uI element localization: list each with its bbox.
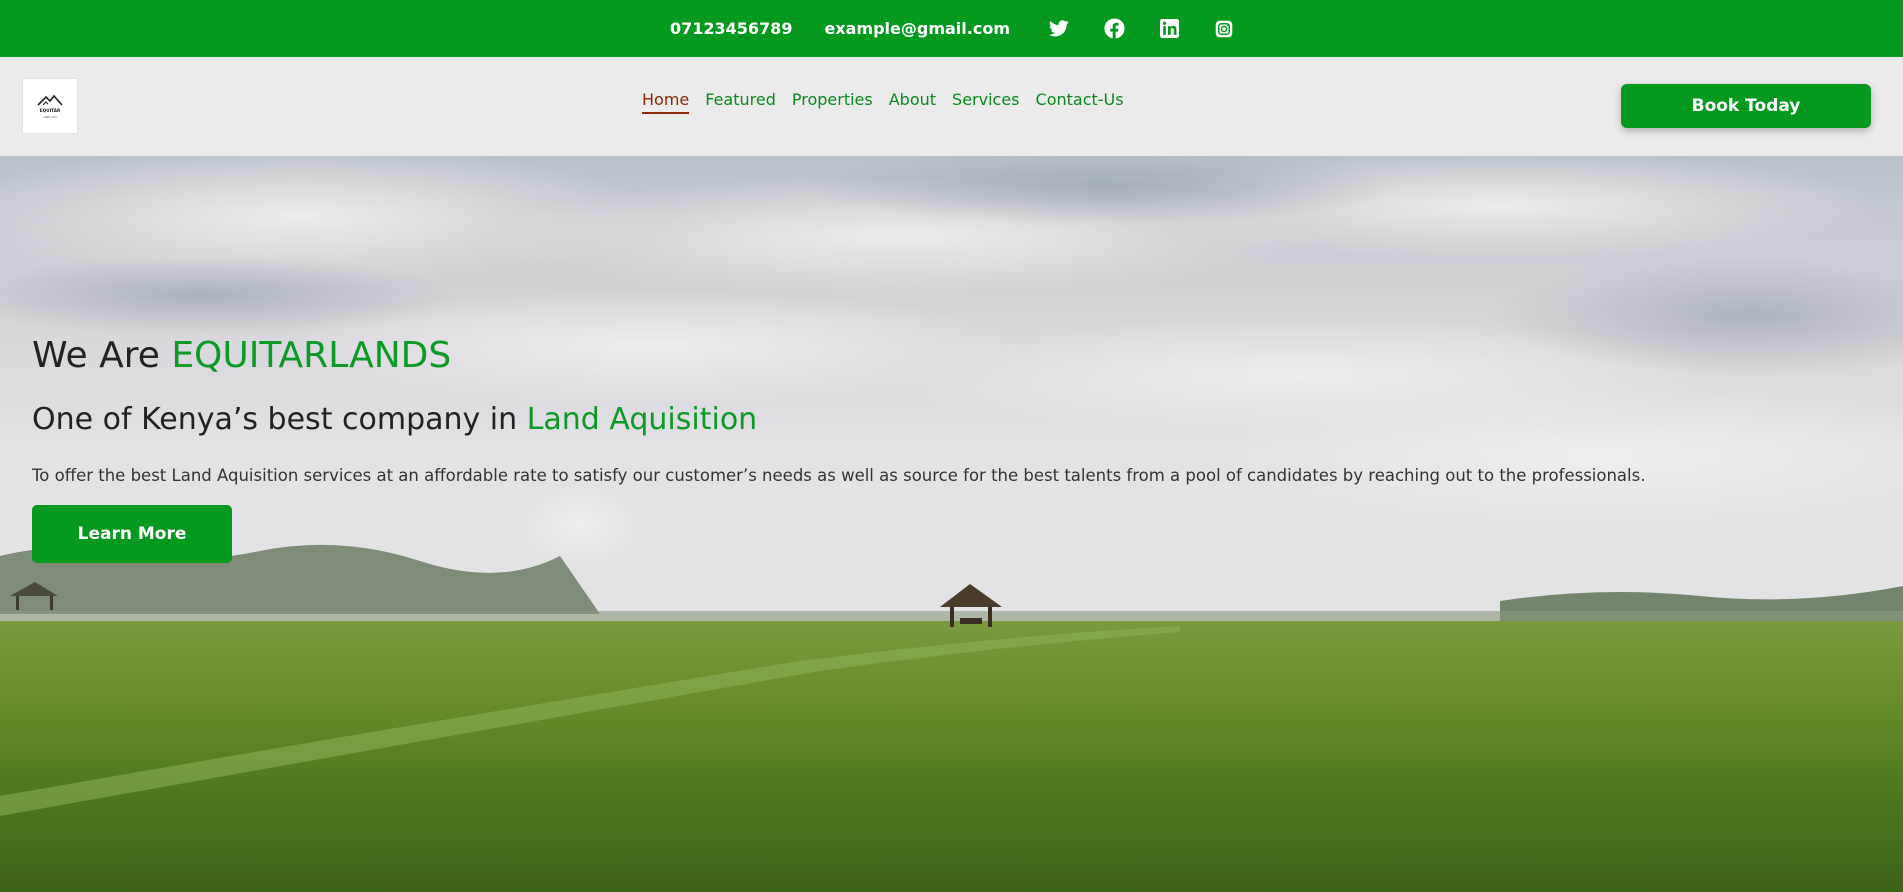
hero-subtitle: One of Kenya’s best company in Land Aqui… <box>32 402 757 437</box>
top-contact-inner: 07123456789 example@gmail.com <box>670 18 1235 40</box>
logo-text: EQUITAR <box>40 108 61 113</box>
company-logo[interactable]: EQUITAR LAND AQU <box>22 78 78 134</box>
nav-featured[interactable]: Featured <box>705 90 776 112</box>
hero-section: We Are EQUITARLANDS One of Kenya’s best … <box>0 156 1903 892</box>
nav-services[interactable]: Services <box>952 90 1019 112</box>
hero-description: To offer the best Land Aquisition servic… <box>32 466 1646 485</box>
hero-title: We Are EQUITARLANDS <box>32 335 451 376</box>
main-header: EQUITAR LAND AQU Home Featured Propertie… <box>0 57 1903 156</box>
learn-more-button[interactable]: Learn More <box>32 505 232 563</box>
nav-contact-us[interactable]: Contact-Us <box>1036 90 1124 112</box>
nav-properties[interactable]: Properties <box>792 90 873 112</box>
twitter-icon[interactable] <box>1048 18 1070 40</box>
social-links <box>1048 18 1235 40</box>
hero-background-image <box>0 156 1903 892</box>
top-contact-bar: 07123456789 example@gmail.com <box>0 0 1903 57</box>
hero-title-prefix: We Are <box>32 335 172 376</box>
email-address[interactable]: example@gmail.com <box>824 19 1010 38</box>
mountain-logo-icon: EQUITAR LAND AQU <box>37 94 63 119</box>
main-nav: Home Featured Properties About Services … <box>642 90 1140 114</box>
phone-number[interactable]: 07123456789 <box>670 19 792 38</box>
hero-subtitle-prefix: One of Kenya’s best company in <box>32 402 527 437</box>
book-today-button[interactable]: Book Today <box>1621 84 1871 128</box>
hero-title-highlight: EQUITARLANDS <box>171 335 452 376</box>
linkedin-icon[interactable] <box>1158 18 1180 40</box>
nav-home[interactable]: Home <box>642 90 690 114</box>
nav-about[interactable]: About <box>889 90 936 112</box>
hero-subtitle-highlight: Land Aquisition <box>526 402 758 437</box>
logo-subtext: LAND AQU <box>43 115 57 119</box>
instagram-icon[interactable] <box>1213 18 1235 40</box>
facebook-icon[interactable] <box>1103 18 1125 40</box>
